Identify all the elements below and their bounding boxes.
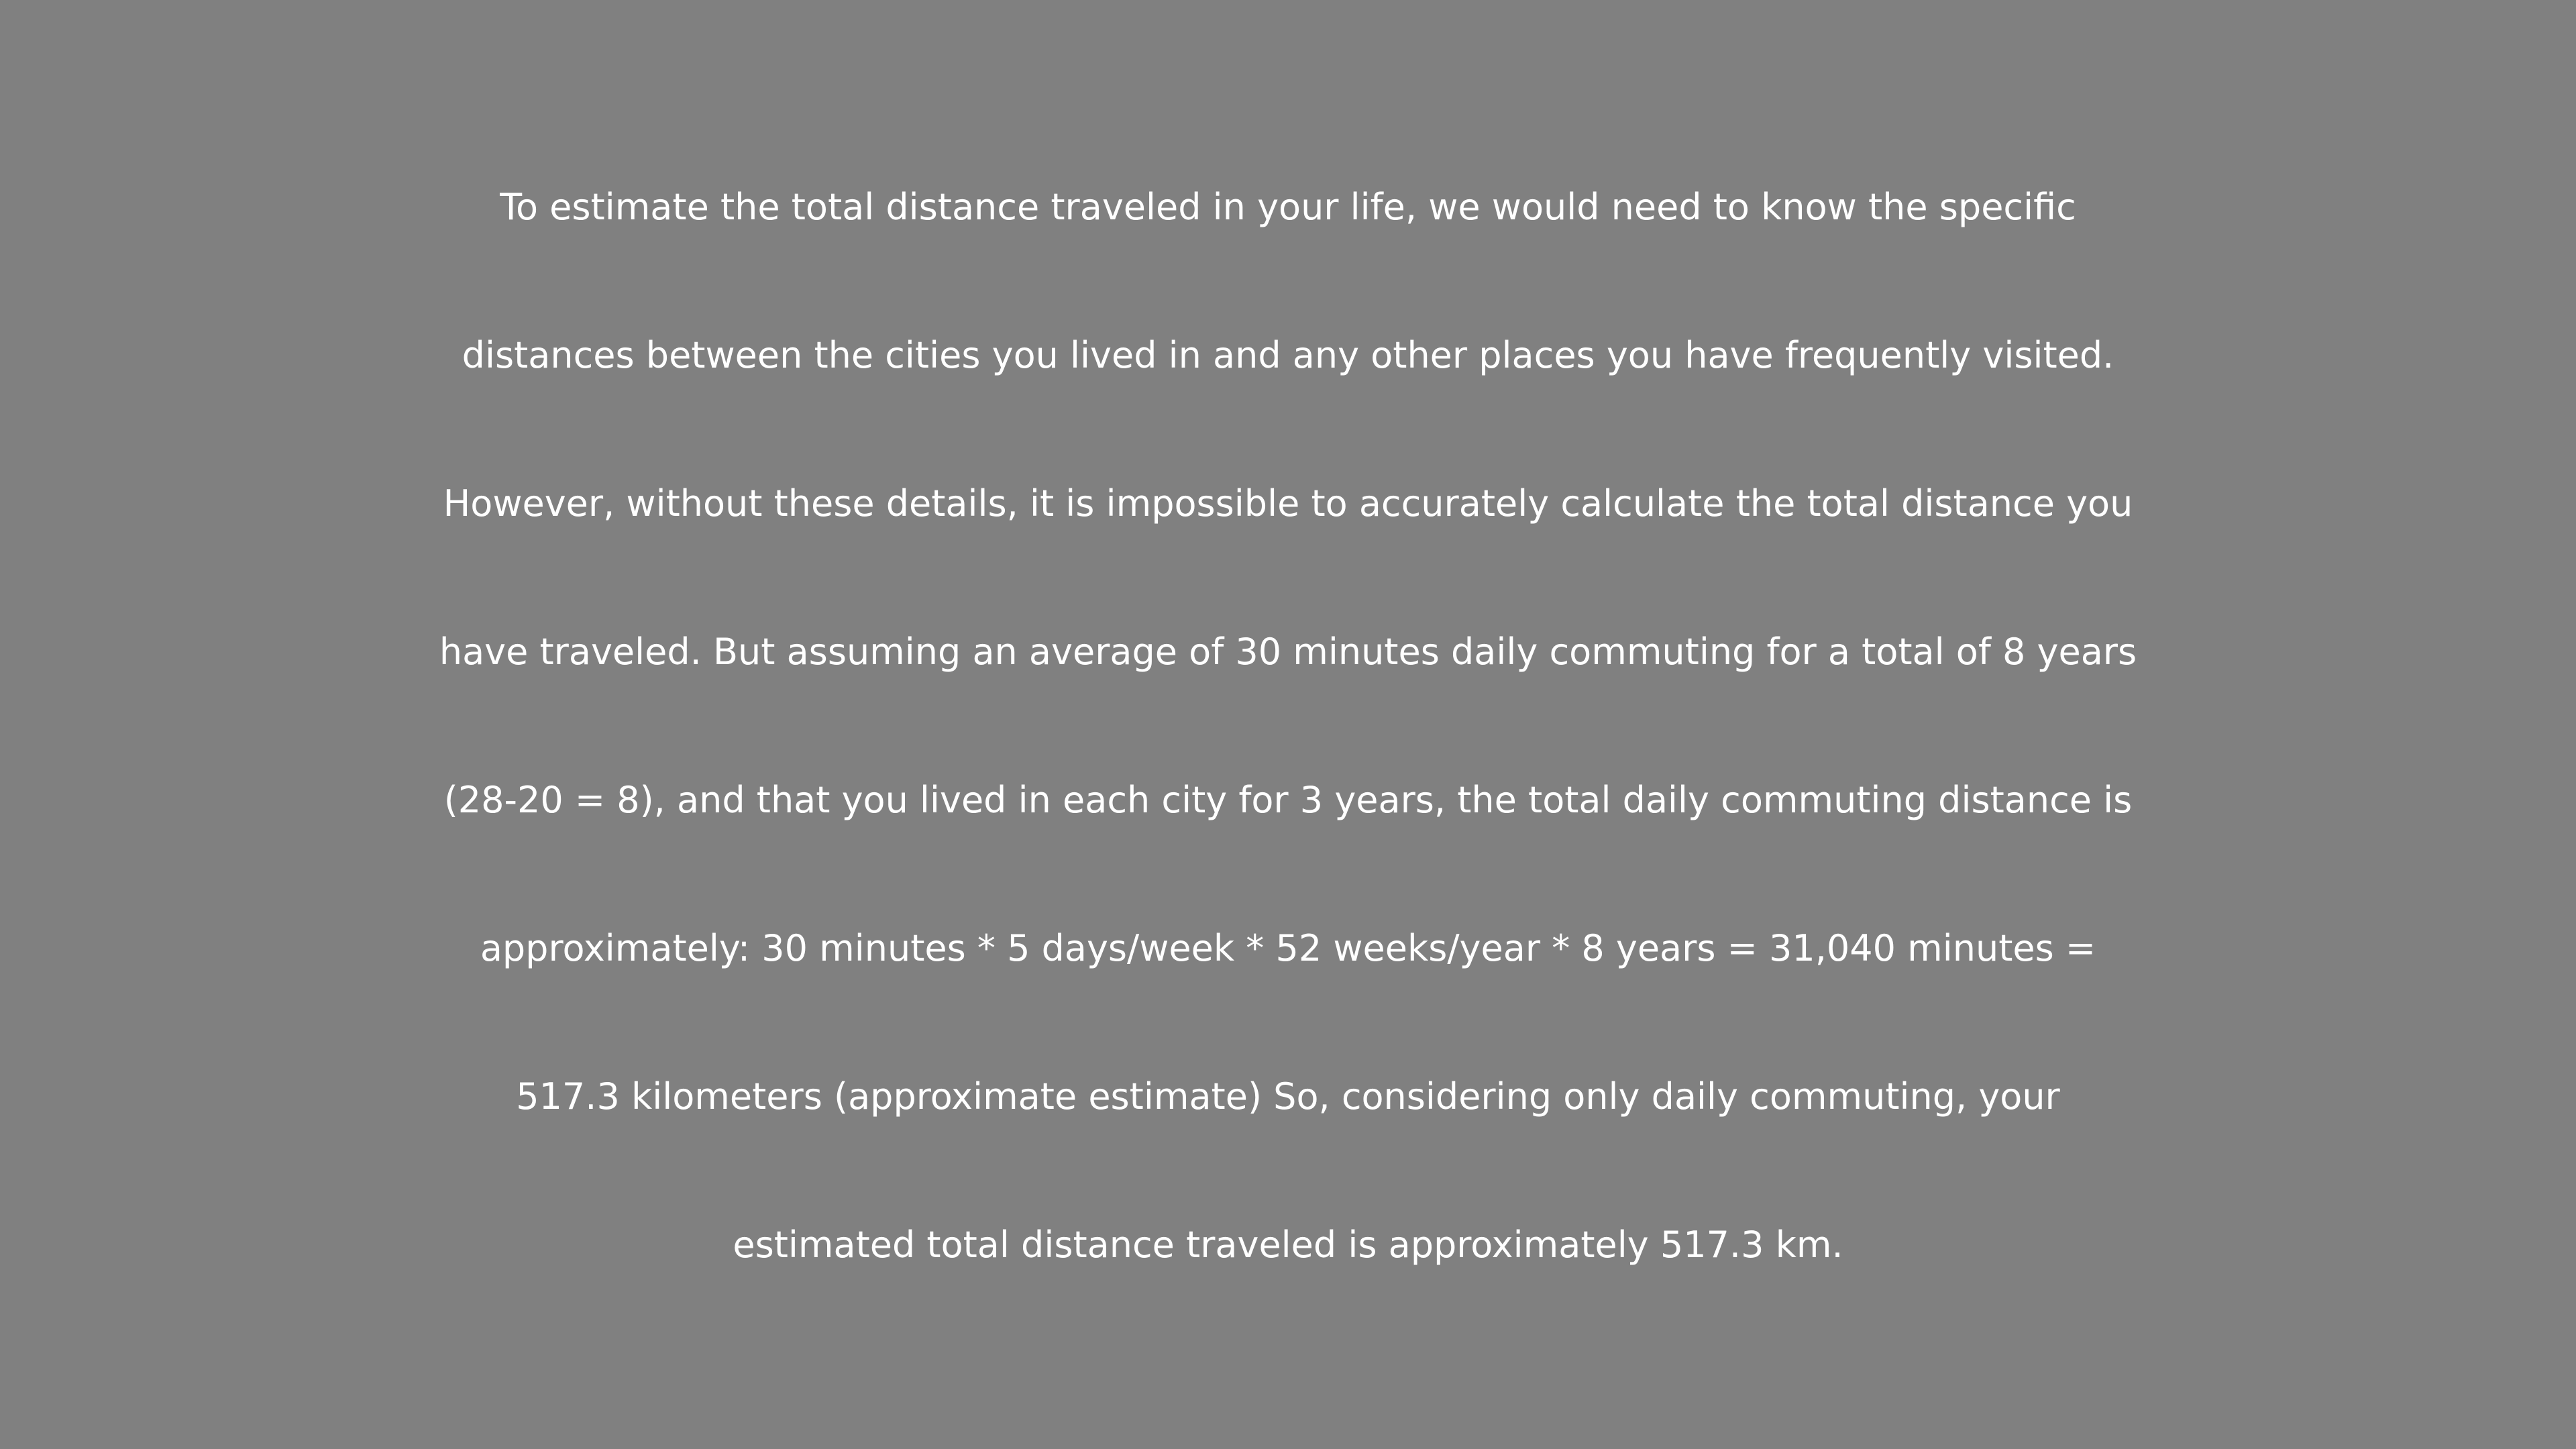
text-line-5: (28-20 = 8), and that you lived in each … xyxy=(443,779,2133,821)
text-line-1: To estimate the total distance traveled … xyxy=(500,186,2076,228)
text-line-2: distances between the cities you lived i… xyxy=(462,334,2114,376)
text-line-4: have traveled. But assuming an average o… xyxy=(439,631,2137,673)
text-line-8: estimated total distance traveled is app… xyxy=(733,1224,1843,1266)
text-line-7: 517.3 kilometers (approximate estimate) … xyxy=(516,1075,2060,1118)
page-canvas: To estimate the total distance traveled … xyxy=(0,0,2576,1449)
text-line-6: approximately: 30 minutes * 5 days/week … xyxy=(480,927,2096,969)
text-line-3: However, without these details, it is im… xyxy=(443,482,2133,525)
